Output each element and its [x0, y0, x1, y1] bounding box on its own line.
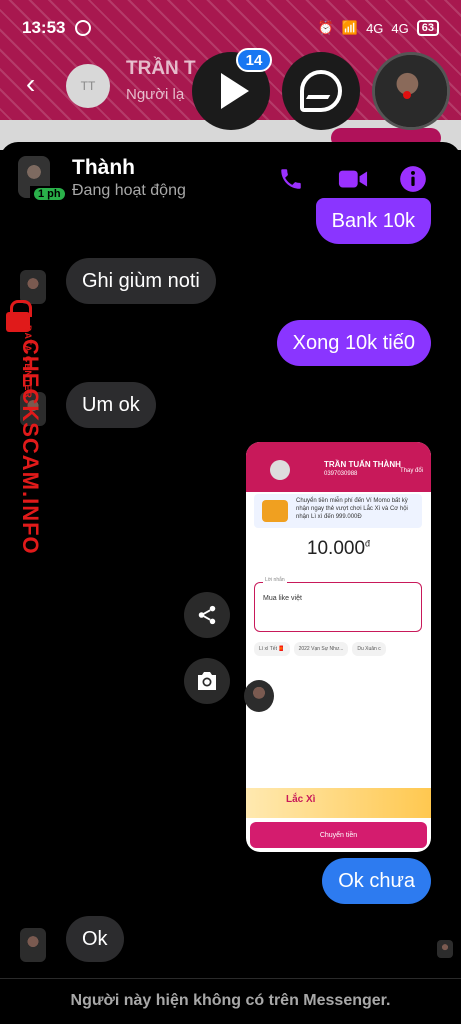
signal-1: 4G: [366, 20, 384, 36]
seen-avatar: [437, 940, 453, 958]
signal-2: 4G: [391, 20, 409, 36]
attachment-sender-avatar: [244, 680, 274, 712]
attachment-chips: Lì xì Tết 🧧 2022 Vạn Sự Như... Du Xuân c: [254, 642, 429, 656]
background-contact-sub: Người lạ: [126, 86, 185, 103]
camera-icon: [198, 672, 216, 690]
sender-avatar: [20, 270, 46, 304]
unread-badge: 14: [236, 48, 272, 72]
attachment-promo: Chuyển tiền miễn phí đến Ví Momo bất kỳ …: [254, 494, 422, 528]
background-contact-name: TRẦN T: [126, 58, 196, 79]
share-button[interactable]: [184, 592, 230, 638]
background-avatar: TT: [66, 64, 110, 108]
arrow-left-icon[interactable]: ‹: [26, 68, 35, 100]
alarm-icon: ⏰: [317, 20, 334, 35]
user-avatar: [375, 55, 447, 127]
contact-name[interactable]: Thành: [72, 156, 135, 180]
attachment-header: TRẦN TUẤN THÀNH 0397030988 Thay đổi: [246, 442, 431, 492]
messenger-icon: [300, 70, 342, 112]
attachment-change-label: Thay đổi: [399, 468, 423, 474]
camera-button[interactable]: [184, 658, 230, 704]
play-icon: [221, 73, 249, 109]
attachment-transfer-button: Chuyển tiền: [250, 822, 427, 848]
message-bubble-outgoing[interactable]: Bank 10k: [315, 198, 431, 244]
unavailable-notice: Người này hiện không có trên Messenger.: [70, 992, 391, 1009]
watermark: DATA CENTER CHECKSCAM.INFO: [2, 300, 50, 555]
phone-icon[interactable]: [276, 164, 306, 194]
share-icon: [198, 605, 216, 625]
sender-avatar: [20, 928, 46, 962]
message-bubble-incoming[interactable]: Ok: [66, 916, 124, 962]
attachment-avatar: [270, 460, 290, 480]
messenger-chat-head[interactable]: [282, 52, 360, 130]
watermark-title: CHECKSCAM.INFO: [18, 339, 43, 555]
attachment-contact-name: TRẦN TUẤN THÀNH: [324, 460, 401, 469]
messenger-notification-icon: [75, 20, 92, 36]
user-chat-head[interactable]: [372, 52, 450, 130]
contact-status: Đang hoạt động: [72, 182, 186, 199]
message-bubble-incoming[interactable]: Um ok: [66, 382, 156, 428]
status-time: 13:53: [22, 18, 66, 37]
info-icon[interactable]: [398, 164, 428, 194]
message-bubble-incoming[interactable]: Ghi giùm noti: [66, 258, 216, 304]
video-call-icon[interactable]: [338, 164, 368, 194]
footer-divider: [0, 978, 461, 979]
online-badge: 1 ph: [30, 186, 69, 202]
image-attachment[interactable]: TRẦN TUẤN THÀNH 0397030988 Thay đổi Chuy…: [246, 442, 431, 852]
attachment-amount: 10.000đ: [306, 538, 371, 559]
chat-panel: 1 ph Thành Đang hoạt động Bank 10k Ghi g…: [0, 142, 461, 1024]
message-bubble-outgoing[interactable]: Xong 10k tiế0: [276, 320, 431, 366]
message-bubble-outgoing[interactable]: Ok chưa: [322, 858, 431, 904]
status-bar: 13:53 ⏰ 📶 4G 4G 63: [0, 0, 461, 56]
status-right: ⏰ 📶 4G 4G 63: [318, 20, 439, 36]
battery-indicator: 63: [416, 20, 439, 36]
attachment-contact-phone: 0397030988: [324, 471, 358, 477]
attachment-note: Lời nhắn Mua like việt: [254, 577, 422, 632]
wifi-icon: 📶: [341, 20, 359, 35]
attachment-banner: Lắc Xì: [246, 788, 431, 818]
red-dot-icon: [403, 91, 411, 99]
